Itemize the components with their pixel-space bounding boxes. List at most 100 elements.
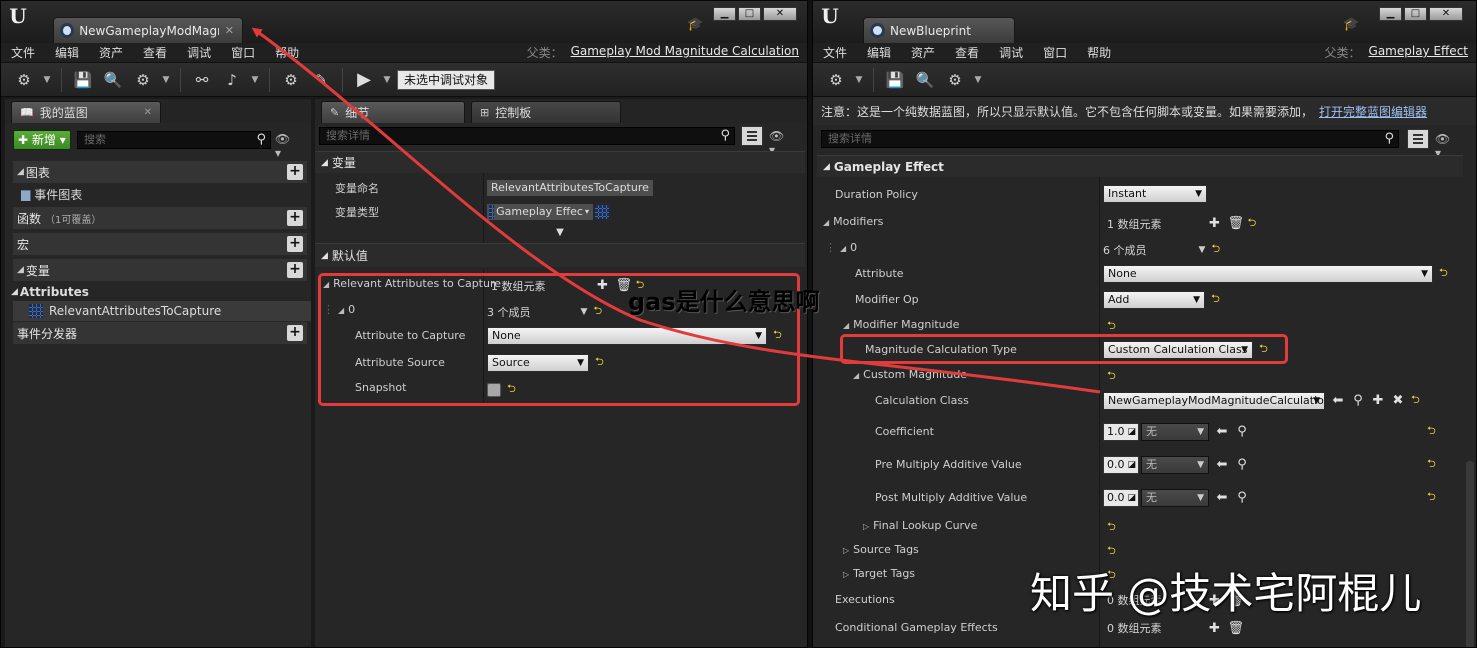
- reset-default-icon[interactable]: ⮌: [773, 326, 782, 345]
- play-icon[interactable]: ▶: [351, 68, 377, 92]
- add-variable-button[interactable]: +: [287, 262, 303, 278]
- property-matrix-button[interactable]: [741, 126, 763, 146]
- var-name-field[interactable]: RelevantAttributesToCapture: [487, 180, 653, 196]
- expand-triangle-icon[interactable]: ◢: [840, 244, 846, 253]
- menu-file[interactable]: 文件: [823, 44, 847, 61]
- snapshot-checkbox[interactable]: [487, 382, 501, 397]
- reset-default-icon[interactable]: ⮌: [1411, 391, 1420, 410]
- collapsed-triangle-icon[interactable]: ▷: [863, 522, 869, 531]
- magnitude-calc-type-select[interactable]: Custom Calculation Class ▼: [1103, 340, 1253, 359]
- parent-class-link[interactable]: Gameplay Effect: [1369, 44, 1468, 61]
- add-graph-button[interactable]: +: [287, 164, 303, 180]
- add-element-icon[interactable]: ✚: [596, 278, 610, 293]
- category-macros[interactable]: 宏 +: [13, 233, 307, 255]
- post-multiply-input[interactable]: 0.0 ◪: [1103, 488, 1139, 507]
- calculation-class-select[interactable]: NewGameplayModMagnitudeCalculation ▼: [1103, 391, 1325, 410]
- settings-gears-icon[interactable]: ⚙: [823, 68, 849, 92]
- parent-class-link[interactable]: Gameplay Mod Magnitude Calculation: [571, 44, 799, 61]
- dropdown-arrow-icon[interactable]: ▼: [249, 75, 261, 85]
- minimize-button[interactable]: ▁: [713, 7, 736, 21]
- dropdown-arrow-icon[interactable]: ▼: [853, 75, 865, 85]
- add-new-button[interactable]: ✚ 新增 ▾: [13, 130, 71, 150]
- expand-triangle-icon[interactable]: ◢: [853, 371, 859, 380]
- browse-icon[interactable]: 🔍: [100, 68, 126, 92]
- tab-details[interactable]: ✎ 细节: [321, 101, 465, 123]
- category-graphs[interactable]: ◢ 图表 +: [13, 161, 307, 183]
- reset-default-icon[interactable]: ⮌: [1107, 518, 1116, 537]
- menu-edit[interactable]: 编辑: [867, 44, 891, 61]
- view-options-eye-icon[interactable]: 👁▾: [275, 132, 293, 160]
- document-tab[interactable]: NewBlueprint: [863, 17, 1015, 43]
- menu-asset[interactable]: 资产: [99, 44, 123, 61]
- close-window-button[interactable]: ✕: [1429, 7, 1463, 21]
- menu-debug[interactable]: 调试: [999, 44, 1023, 61]
- reset-default-icon[interactable]: ⮌: [1259, 340, 1268, 359]
- pre-multiply-curve-select[interactable]: 无 ▼: [1141, 455, 1209, 474]
- reset-default-icon[interactable]: ⮌: [1211, 240, 1220, 259]
- attribute-to-capture-select[interactable]: None ▼: [487, 326, 767, 345]
- details-search-input[interactable]: 搜索详情 ⚲: [319, 127, 735, 145]
- category-gameplay-effect[interactable]: ◢ Gameplay Effect: [817, 155, 1463, 177]
- diff-icon[interactable]: ⚙: [942, 68, 968, 92]
- tab-my-blueprint[interactable]: 📖 我的蓝图 ✕: [11, 101, 161, 123]
- menu-help[interactable]: 帮助: [1087, 44, 1111, 61]
- open-full-editor-link[interactable]: 打开完整蓝图编辑器: [1319, 103, 1427, 120]
- reset-default-icon[interactable]: ⮌: [1427, 488, 1436, 507]
- category-functions[interactable]: 函数 （1可覆盖） +: [13, 207, 307, 229]
- expand-triangle-icon[interactable]: ◢: [823, 218, 829, 227]
- collapsed-triangle-icon[interactable]: ▷: [843, 546, 849, 555]
- browse-icon[interactable]: 🔍: [912, 68, 938, 92]
- use-selected-arrow-icon[interactable]: ⬅: [1215, 424, 1229, 439]
- coefficient-curve-select[interactable]: 无 ▼: [1141, 422, 1209, 441]
- category-default-value[interactable]: ◢ 默认值: [315, 243, 805, 267]
- collapsed-triangle-icon[interactable]: ▷: [843, 570, 849, 579]
- modifier-op-select[interactable]: Add ▼: [1103, 290, 1205, 309]
- menu-edit[interactable]: 编辑: [55, 44, 79, 61]
- browse-search-icon[interactable]: ⚲: [1235, 424, 1249, 439]
- save-icon[interactable]: 💾: [70, 68, 96, 92]
- debug-object-select[interactable]: 未选中调试对象: [397, 69, 496, 90]
- view-options-eye-icon[interactable]: 👁▾: [769, 129, 787, 157]
- variable-group-attributes[interactable]: ◢ Attributes: [11, 282, 89, 302]
- menu-file[interactable]: 文件: [11, 44, 35, 61]
- delete-trash-icon[interactable]: 🗑: [1228, 621, 1245, 636]
- view-options-eye-icon[interactable]: 👁▾: [1435, 132, 1453, 160]
- settings-gears-icon[interactable]: ⚙: [11, 68, 37, 92]
- document-tab[interactable]: NewGameplayModMagnit ✕: [53, 17, 243, 43]
- menu-window[interactable]: 窗口: [231, 44, 255, 61]
- drag-handle-icon[interactable]: ⋮: [323, 303, 334, 316]
- reset-default-icon[interactable]: ⮌: [507, 380, 516, 399]
- maximize-button[interactable]: □: [1404, 7, 1427, 21]
- clear-x-icon[interactable]: ✖: [1391, 393, 1405, 408]
- find-icon[interactable]: ⚯: [189, 68, 215, 92]
- minimize-button[interactable]: ▁: [1379, 7, 1402, 21]
- category-variables[interactable]: ◢ 变量 +: [13, 259, 307, 281]
- variable-item-selected[interactable]: RelevantAttributesToCapture: [13, 301, 311, 321]
- reset-default-icon[interactable]: ⮌: [1248, 214, 1257, 233]
- close-tab-icon[interactable]: ✕: [225, 24, 234, 37]
- dropdown-arrow-icon[interactable]: ▼: [41, 75, 53, 85]
- dropdown-arrow-icon[interactable]: ▼: [972, 75, 984, 85]
- use-selected-arrow-icon[interactable]: ⬅: [1331, 393, 1345, 408]
- element-options-dropdown-icon[interactable]: ▼: [1199, 245, 1206, 255]
- menu-view[interactable]: 查看: [143, 44, 167, 61]
- reset-default-icon[interactable]: ⮌: [1439, 264, 1448, 283]
- create-new-plus-icon[interactable]: ✚: [1371, 393, 1385, 408]
- class-defaults-icon[interactable]: ✎: [308, 68, 334, 92]
- reset-default-icon[interactable]: ⮌: [595, 353, 604, 372]
- maximize-button[interactable]: □: [738, 7, 761, 21]
- save-icon[interactable]: 💾: [882, 68, 908, 92]
- add-dispatcher-button[interactable]: +: [287, 325, 303, 341]
- add-function-button[interactable]: +: [287, 210, 303, 226]
- browse-search-icon[interactable]: ⚲: [1235, 457, 1249, 472]
- expand-triangle-icon[interactable]: ◢: [338, 306, 344, 315]
- category-event-dispatchers[interactable]: 事件分发器 +: [13, 322, 307, 344]
- reset-default-icon[interactable]: ⮌: [1107, 317, 1116, 336]
- use-selected-arrow-icon[interactable]: ⬅: [1215, 457, 1229, 472]
- diff-icon[interactable]: ⚙: [130, 68, 156, 92]
- reset-default-icon[interactable]: ⮌: [1107, 542, 1116, 561]
- scrollbar[interactable]: [1466, 461, 1474, 647]
- reset-default-icon[interactable]: ⮌: [1107, 367, 1116, 386]
- duration-policy-select[interactable]: Instant ▼: [1103, 185, 1207, 203]
- delete-trash-icon[interactable]: 🗑: [1228, 216, 1245, 231]
